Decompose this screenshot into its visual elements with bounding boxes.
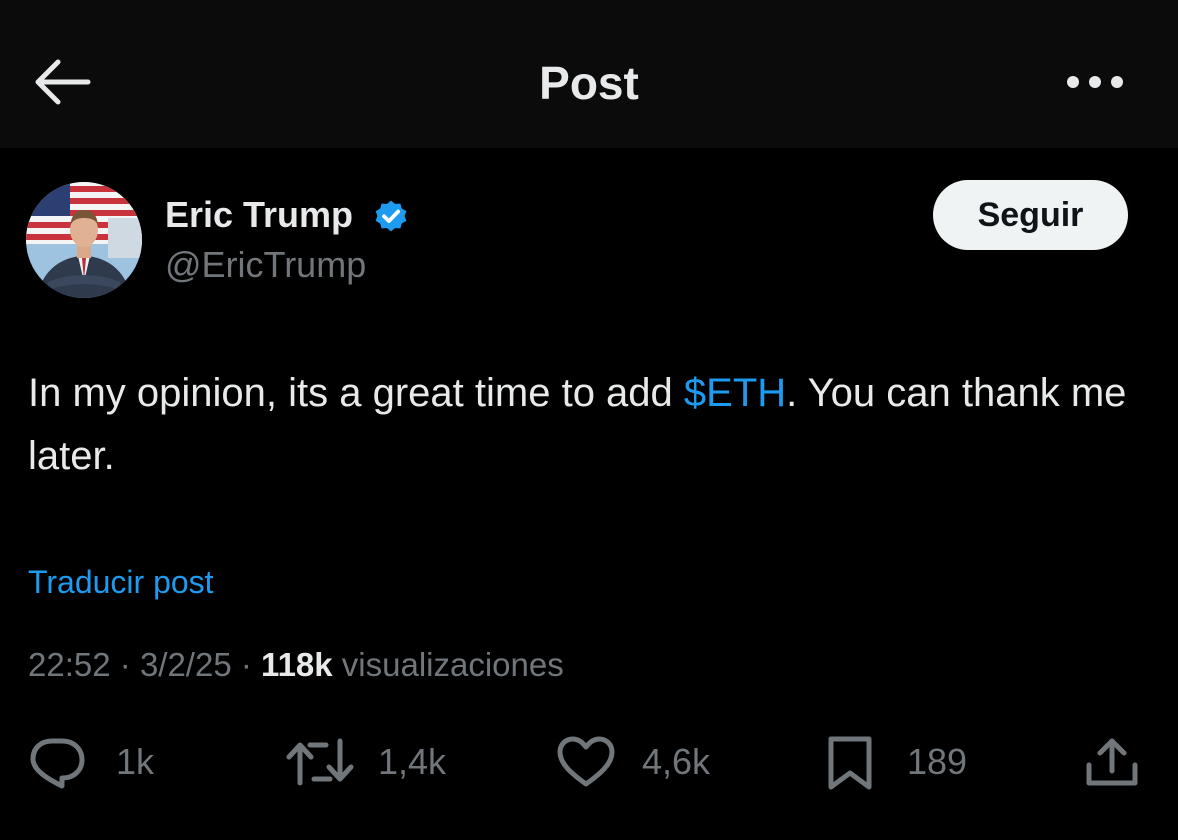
page-title: Post (539, 57, 639, 109)
post-text-start: In my opinion, its a great time to add (28, 371, 684, 415)
share-icon (1086, 738, 1138, 786)
reply-icon (30, 738, 85, 789)
top-bar: Post (0, 0, 1178, 148)
verified-badge-icon (375, 200, 407, 232)
bookmark-icon (828, 736, 872, 790)
post-date[interactable]: 3/2/25 (140, 646, 232, 683)
more-horizontal-icon (1067, 76, 1123, 88)
translate-post-link[interactable]: Traducir post (28, 562, 214, 602)
bookmark-button[interactable]: 189 (825, 735, 985, 790)
share-button[interactable] (1084, 735, 1140, 789)
like-button[interactable]: 4,6k (556, 735, 746, 789)
repost-button[interactable]: 1,4k (286, 735, 476, 789)
reply-button[interactable]: 1k (28, 735, 168, 789)
post-time: 22:52 (28, 646, 111, 683)
follow-button[interactable]: Seguir (933, 180, 1128, 250)
profile-photo (26, 182, 142, 298)
meta-separator: · (119, 646, 131, 683)
avatar[interactable] (26, 182, 142, 298)
bookmark-count: 189 (907, 741, 968, 782)
author-handle[interactable]: @EricTrump (165, 243, 366, 287)
views-count: 118k (261, 646, 333, 683)
repost-count: 1,4k (378, 741, 447, 782)
post-text: In my opinion, its a great time to add $… (28, 362, 1138, 488)
like-count: 4,6k (642, 741, 711, 782)
heart-icon (557, 736, 615, 787)
meta-separator: · (240, 646, 252, 683)
cashtag-link[interactable]: $ETH (684, 371, 786, 415)
views-label: visualizaciones (341, 646, 564, 683)
author-name[interactable]: Eric Trump (165, 193, 353, 237)
reply-count: 1k (116, 741, 155, 782)
post-meta: 22:52 · 3/2/25 · 118k visualizaciones (28, 644, 564, 686)
repost-icon (286, 738, 354, 786)
more-options-button[interactable] (1062, 64, 1128, 100)
